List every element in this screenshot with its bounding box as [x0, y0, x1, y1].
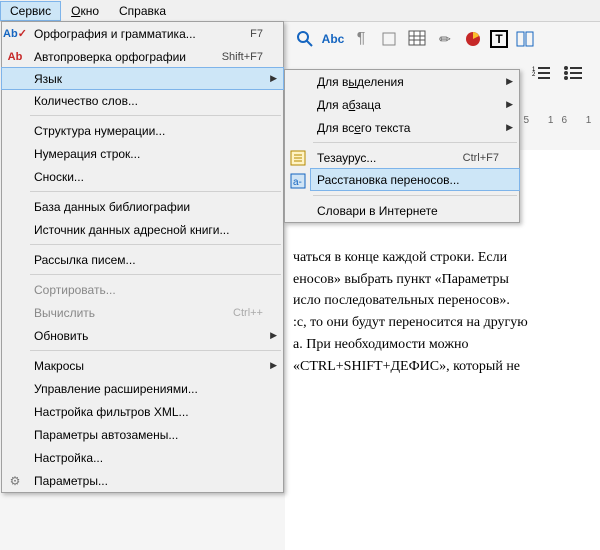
- submenu-for-selection[interactable]: Для выделения ▶: [285, 70, 519, 93]
- menu-address-source[interactable]: Источник данных адресной книги...: [2, 218, 283, 241]
- chart-icon[interactable]: [462, 28, 484, 50]
- doc-line: :с, то они будут переносится на другую: [293, 312, 592, 334]
- menu-calculate: Вычислить Ctrl++: [2, 301, 283, 324]
- menubar-service[interactable]: Сервис: [0, 1, 61, 21]
- gear-icon: ⚙: [2, 469, 28, 492]
- submenu-arrow-icon: ▶: [270, 360, 277, 371]
- menu-update[interactable]: Обновить ▶: [2, 324, 283, 347]
- language-submenu: Для выделения ▶ Для абзаца ▶ Для всего т…: [284, 69, 520, 223]
- formatting-marks-icon[interactable]: ¶: [350, 28, 372, 50]
- doc-line: еносов» выбрать пункт «Параметры: [293, 269, 592, 291]
- nonprinting-icon[interactable]: [378, 28, 400, 50]
- hyphenation-icon: a-: [285, 169, 311, 192]
- menu-sort: Сортировать...: [2, 278, 283, 301]
- menu-options[interactable]: Параметры...: [28, 469, 283, 492]
- submenu-for-all-text[interactable]: Для всего текста ▶: [285, 116, 519, 139]
- menubar-window[interactable]: Окно: [61, 1, 109, 21]
- menu-word-count[interactable]: Количество слов...: [2, 89, 283, 112]
- ruler: 15 16 1: [510, 112, 599, 132]
- menu-mail-merge[interactable]: Рассылка писем...: [2, 248, 283, 271]
- svg-text:2: 2: [532, 72, 536, 78]
- doc-line: исло последовательных переносов».: [293, 290, 592, 312]
- submenu-hyphenation[interactable]: Расстановка переносов...: [310, 168, 520, 191]
- find-replace-icon[interactable]: [294, 28, 316, 50]
- submenu-for-paragraph[interactable]: Для абзаца ▶: [285, 93, 519, 116]
- menu-auto-spellcheck[interactable]: Автопроверка орфографии Shift+F7: [28, 45, 283, 68]
- menu-line-numbering[interactable]: Нумерация строк...: [2, 142, 283, 165]
- menu-extensions[interactable]: Управление расширениями...: [2, 377, 283, 400]
- submenu-arrow-icon: ▶: [270, 73, 277, 84]
- doc-line: чаться в конце каждой строки. Если: [293, 247, 592, 269]
- menubar-help[interactable]: Справка: [109, 1, 176, 21]
- svg-text:a-: a-: [293, 177, 302, 188]
- columns-icon[interactable]: [514, 28, 536, 50]
- doc-line: а. При необходимости можно: [293, 334, 592, 356]
- submenu-arrow-icon: ▶: [506, 122, 513, 133]
- menu-xml-filters[interactable]: Настройка фильтров XML...: [2, 400, 283, 423]
- show-draw-icon[interactable]: ✏: [434, 28, 456, 50]
- menu-footnotes[interactable]: Сноски...: [2, 165, 283, 188]
- text-frame-icon[interactable]: T: [490, 30, 508, 48]
- submenu-arrow-icon: ▶: [506, 99, 513, 110]
- bullet-list-icon[interactable]: [562, 62, 584, 84]
- numbered-list-icon[interactable]: 12: [530, 62, 552, 84]
- submenu-thesaurus[interactable]: Тезаурус... Ctrl+F7: [311, 146, 519, 169]
- menu-customize[interactable]: Настройка...: [2, 446, 283, 469]
- menu-macros[interactable]: Макросы ▶: [2, 354, 283, 377]
- service-menu: Ab✓ Ab Орфография и грамматика... F7 Авт…: [1, 21, 284, 493]
- submenu-arrow-icon: ▶: [506, 76, 513, 87]
- menu-numbering-structure[interactable]: Структура нумерации...: [2, 119, 283, 142]
- menu-spelling-grammar[interactable]: Орфография и грамматика... F7: [28, 22, 283, 45]
- autocheck-ab-icon: Ab: [2, 45, 28, 68]
- menu-biblio-db[interactable]: База данных библиографии: [2, 195, 283, 218]
- spellcheck-ab-icon: Ab✓: [2, 22, 28, 45]
- doc-line: «CTRL+SHIFT+ДЕФИС», который не: [293, 356, 592, 378]
- thesaurus-icon: [285, 146, 311, 169]
- insert-table-icon[interactable]: [406, 28, 428, 50]
- spellcheck-icon[interactable]: Abc: [322, 28, 344, 50]
- menubar: Сервис Окно Справка: [0, 0, 600, 22]
- menu-autocorrect[interactable]: Параметры автозамены...: [2, 423, 283, 446]
- submenu-online-dicts[interactable]: Словари в Интернете: [285, 199, 519, 222]
- menu-language[interactable]: Язык ▶: [1, 67, 284, 90]
- submenu-arrow-icon: ▶: [270, 330, 277, 341]
